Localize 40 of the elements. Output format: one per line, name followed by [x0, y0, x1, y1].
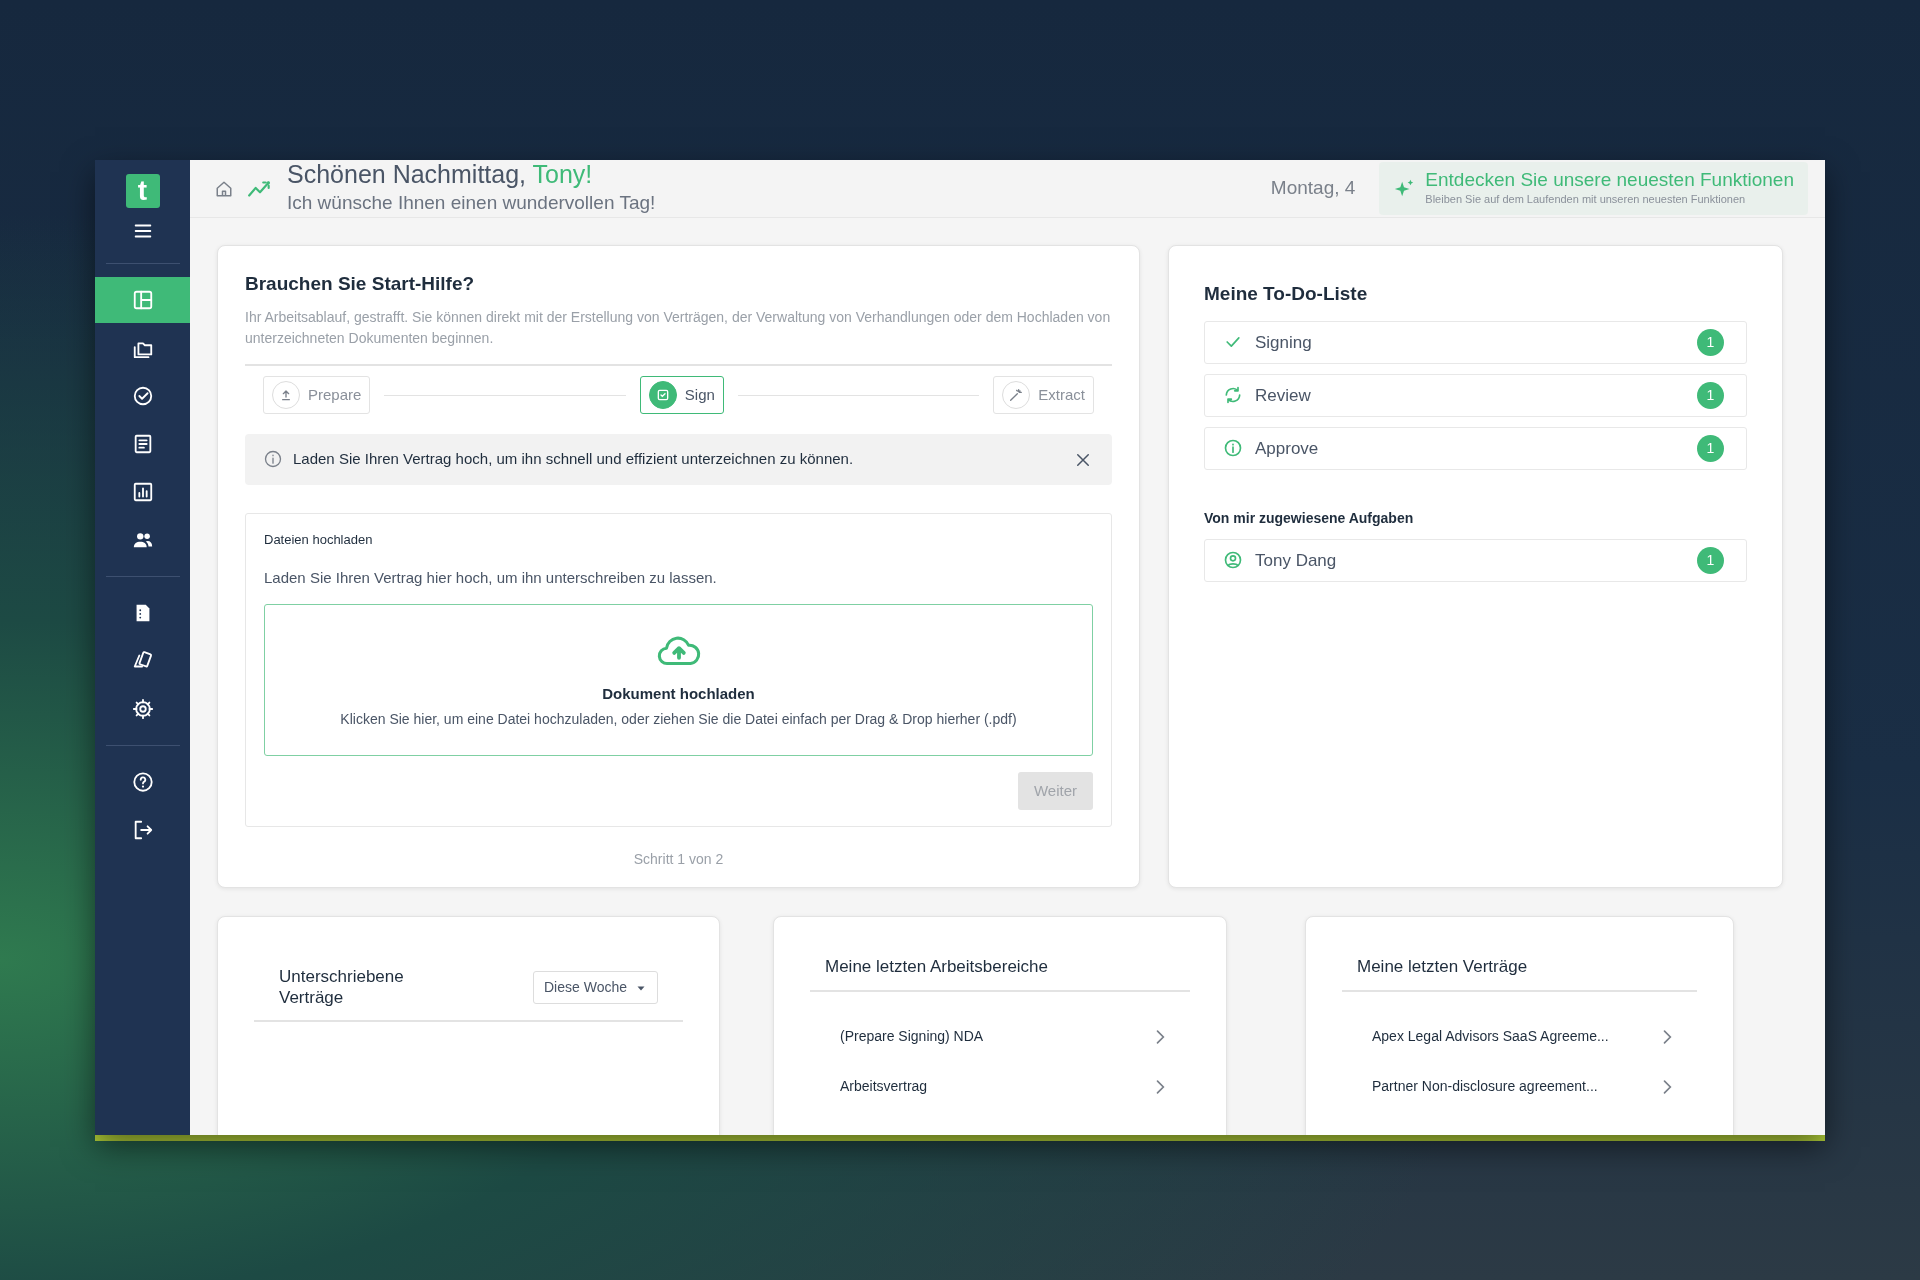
step-indicator: Schritt 1 von 2 — [632, 850, 725, 870]
todo-item[interactable]: Review 1 — [1204, 373, 1747, 417]
card-title: Unterschriebene Verträge — [279, 967, 405, 1009]
section-title: Von mir zugewiesene Aufgaben — [1204, 508, 1415, 528]
section-label: Dateien hochladen — [264, 530, 374, 549]
count-badge: 1 — [1697, 546, 1724, 574]
todo-item[interactable]: Tony Dang 1 — [1204, 538, 1747, 582]
card-title: Meine To-Do-Liste — [1204, 282, 1369, 307]
home-icon — [215, 180, 233, 199]
card-title: Meine letzten Arbeitsbereiche — [824, 957, 1050, 978]
card-title: Brauchen Sie Start-Hilfe? — [245, 272, 476, 297]
sync-icon — [1223, 385, 1243, 406]
layout-icon — [131, 289, 154, 311]
todo-item[interactable]: Signing 1 — [1204, 320, 1747, 364]
greeting: Schönen Nachmittag, Tony! — [287, 160, 594, 189]
upload-hint: Laden Sie Ihren Vertrag hier hoch, um ihn unterschreiben zu lassen. — [264, 568, 718, 589]
list-item[interactable]: (Prepare Signing) NDA — [810, 1011, 1190, 1062]
wand-icon — [1008, 387, 1025, 404]
todo-item[interactable]: Approve 1 — [1204, 426, 1747, 470]
subtitle: Ich wünsche Ihnen einen wundervollen Tag! — [287, 190, 656, 215]
list-item[interactable]: Partner Non-disclosure agreement... — [1342, 1061, 1697, 1112]
bar-chart-icon — [131, 481, 154, 503]
alert-text: Laden Sie Ihren Vertrag hoch, um ihn schnell und effizient unterzeichnen zu können. — [293, 449, 854, 470]
card-title: Meine letzten Verträge — [1356, 957, 1529, 978]
count-badge: 1 — [1697, 434, 1724, 462]
help-icon — [131, 771, 154, 793]
info-icon — [263, 449, 283, 470]
check-circle-icon — [131, 385, 154, 407]
step-tab[interactable]: Sign — [639, 376, 724, 415]
period-dropdown[interactable]: Diese Woche — [533, 971, 658, 1005]
count-badge: 1 — [1697, 381, 1724, 409]
settings-icon — [131, 698, 154, 720]
card-description: Ihr Arbeitsablauf, gestrafft. Sie können direkt mit der Erstellung von Verträgen, der Verwaltung von Verhandlungen oder dem Hochladen von unterzeichneten Dokumenten beginnen. — [245, 307, 1112, 349]
user-icon — [1223, 550, 1243, 571]
count-badge: 1 — [1697, 328, 1724, 356]
info-icon — [1223, 438, 1243, 459]
list-item[interactable]: Apex Legal Advisors SaaS Agreeme... — [1342, 1011, 1697, 1062]
list-item[interactable]: Arbeitsvertrag — [810, 1061, 1190, 1112]
date-label: Montag, 4 — [1270, 176, 1356, 201]
upload-dropzone[interactable]: Dokument hochladen Klicken Sie hier, um eine Datei hochzuladen, oder ziehen Sie die Datei einfach per Drag & Drop hierher (.pdf) — [264, 603, 1093, 756]
